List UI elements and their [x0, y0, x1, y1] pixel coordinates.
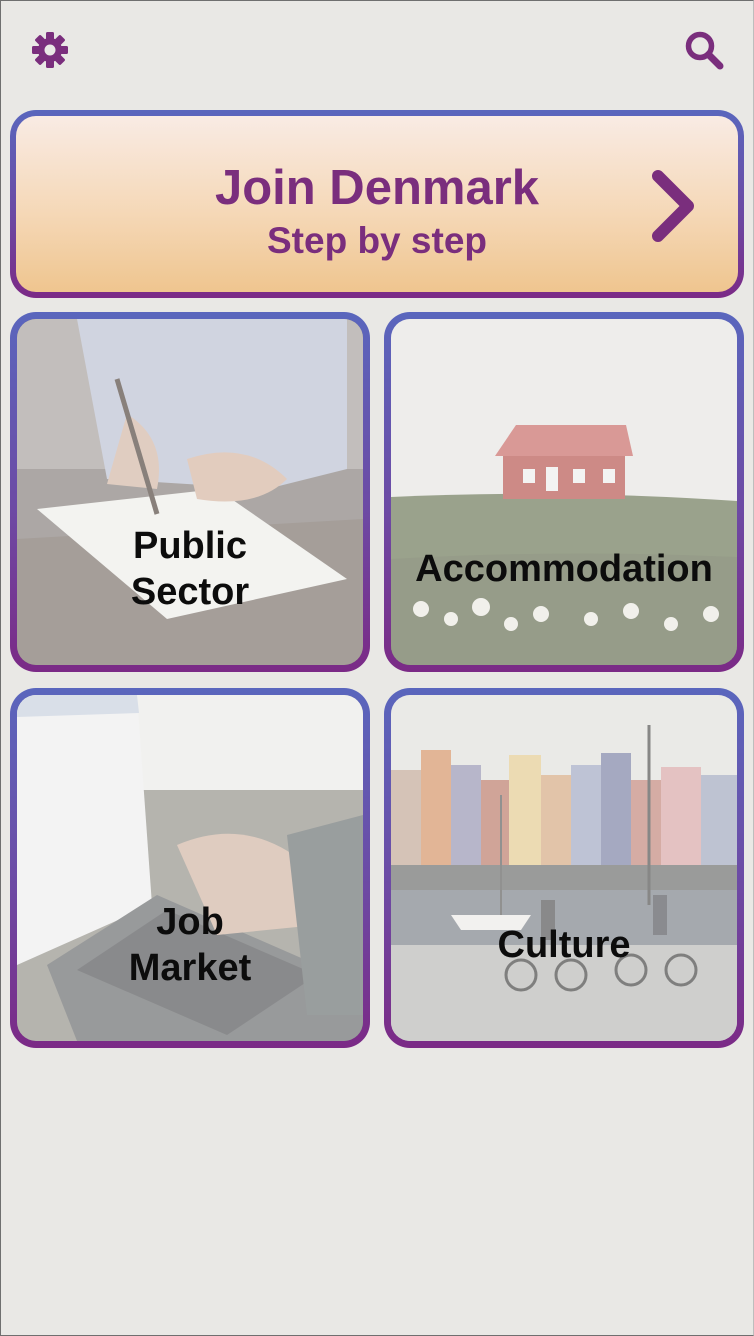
tile-job-market[interactable]: Job Market — [10, 688, 370, 1048]
banner-content: Join Denmark Step by step — [16, 116, 738, 292]
banner-subtitle: Step by step — [267, 220, 487, 261]
chevron-right-icon — [652, 170, 694, 242]
settings-button[interactable] — [30, 30, 70, 70]
search-button[interactable] — [683, 29, 725, 71]
tile-image-frame: Public Sector — [17, 319, 363, 665]
tile-label: Job Market — [17, 899, 363, 991]
tile-image-frame: Accommodation — [391, 319, 737, 665]
gear-icon — [32, 32, 68, 68]
tile-public-sector[interactable]: Public Sector — [10, 312, 370, 672]
tile-label-line2: Sector — [130, 571, 250, 613]
tile-label: Accommodation — [415, 548, 713, 590]
tile-image-frame: Job Market — [17, 695, 363, 1041]
tile-label: Public Sector — [17, 523, 363, 615]
tile-culture[interactable]: Culture — [384, 688, 744, 1048]
tile-accommodation[interactable]: Accommodation — [384, 312, 744, 672]
tile-label: Culture — [497, 924, 631, 966]
tile-overlay — [391, 319, 737, 665]
tile-label-line1: Public — [132, 525, 248, 567]
join-denmark-banner[interactable]: Join Denmark Step by step — [10, 110, 744, 298]
tile-label-line2: Market — [128, 947, 252, 989]
banner-title: Join Denmark — [214, 161, 540, 215]
tile-overlay — [391, 695, 737, 1041]
tile-label-line1: Job — [156, 901, 224, 943]
tile-image-frame: Culture — [391, 695, 737, 1041]
search-icon — [685, 31, 724, 70]
